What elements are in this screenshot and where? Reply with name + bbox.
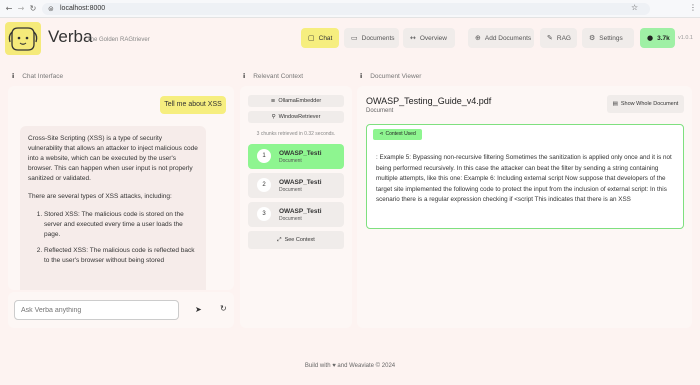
chat-tab-button[interactable]: ▢ Chat: [301, 28, 339, 48]
chunk-type: Document: [279, 158, 302, 164]
info-icon[interactable]: i: [243, 72, 245, 80]
chat-input-panel: ➤ ↻: [8, 292, 234, 328]
overview-tab-button[interactable]: ↔ Overview: [403, 28, 455, 48]
document-icon: ▤: [612, 101, 618, 107]
retriever-button[interactable]: ⚲ WindowRetriever: [248, 111, 344, 123]
relevant-context-label: Relevant Context: [253, 73, 304, 80]
rag-tab-label: RAG: [556, 34, 571, 42]
embedder-label: OllamaEmbedder: [278, 98, 322, 104]
see-context-label: See Context: [284, 237, 315, 243]
search-icon: ⚲: [271, 114, 276, 120]
chunk-title: OWASP_Testi: [279, 179, 322, 186]
browser-menu-icon[interactable]: ⋮: [689, 3, 697, 12]
github-icon: ●: [647, 34, 654, 42]
plus-icon: ⊕: [475, 34, 481, 42]
url-text[interactable]: localhost:8000: [60, 5, 105, 12]
chat-tab-label: Chat: [318, 34, 333, 42]
chat-input[interactable]: [14, 300, 179, 320]
show-whole-document-label: Show Whole Document: [620, 101, 679, 107]
rag-tab-button[interactable]: ✎ RAG: [540, 28, 577, 48]
document-viewer-header: i Document Viewer: [360, 72, 421, 80]
chat-icon: ▢: [308, 34, 315, 42]
documents-icon: ▭: [351, 34, 358, 42]
app-subtitle: The Golden RAGtriever: [87, 37, 150, 43]
chunk-item[interactable]: 2 OWASP_Testi Document: [248, 173, 344, 198]
bookmark-star-icon[interactable]: ☆: [631, 3, 638, 12]
embedder-button[interactable]: ≡ OllamaEmbedder: [248, 95, 344, 107]
bot-list: Stored XSS: The malicious code is stored…: [28, 210, 198, 266]
bot-list-item: Stored XSS: The malicious code is stored…: [44, 210, 198, 240]
chunk-item[interactable]: 3 OWASP_Testi Document: [248, 202, 344, 227]
verba-logo: [5, 22, 41, 55]
bot-list-item: Reflected XSS: The malicious code is ref…: [44, 246, 198, 266]
bot-paragraph: There are several types of XSS attacks, …: [28, 193, 172, 200]
retriever-label: WindowRetriever: [278, 114, 321, 120]
back-icon[interactable]: ←: [4, 4, 14, 14]
overview-icon: ↔: [410, 34, 416, 42]
chat-panel[interactable]: Tell me about XSS Cross-Site Scripting (…: [8, 86, 234, 290]
forward-icon[interactable]: →: [16, 4, 26, 14]
chunk-type: Document: [279, 187, 302, 193]
chunk-item[interactable]: 1 OWASP_Testi Document: [248, 144, 344, 169]
context-used-badge: ⋖ Context Used: [373, 129, 422, 140]
document-text: : Example 5: Bypassing non-recursive fil…: [376, 154, 672, 203]
info-icon[interactable]: i: [12, 72, 14, 80]
add-documents-label: Add Documents: [484, 34, 532, 42]
chunk-title: OWASP_Testi: [279, 208, 322, 215]
bot-paragraph: Cross-Site Scripting (XSS) is a type of …: [28, 135, 198, 182]
context-used-label: Context Used: [385, 131, 416, 137]
documents-tab-label: Documents: [361, 34, 395, 42]
chunk-number: 1: [257, 149, 271, 163]
chunk-number: 2: [257, 178, 271, 192]
settings-tab-label: Settings: [599, 34, 623, 42]
document-title: OWASP_Testing_Guide_v4.pdf: [366, 96, 492, 106]
github-count: 3.7k: [657, 34, 670, 42]
user-message: Tell me about XSS: [160, 96, 226, 114]
address-bar[interactable]: ⊜ localhost:8000: [42, 3, 650, 15]
expand-icon: ⤢: [277, 237, 282, 243]
bot-message: Cross-Site Scripting (XSS) is a type of …: [20, 126, 206, 290]
wrench-icon: ✎: [547, 34, 553, 42]
add-documents-button[interactable]: ⊕ Add Documents: [468, 28, 534, 48]
site-info-icon[interactable]: ⊜: [48, 5, 54, 13]
document-content-box: ⋖ Context Used : Example 5: Bypassing non…: [366, 124, 684, 229]
documents-tab-button[interactable]: ▭ Documents: [344, 28, 399, 48]
retrieval-info: 3 chunks retrieved in 0.32 seconds.: [256, 131, 336, 137]
chunk-type: Document: [279, 216, 302, 222]
show-whole-document-button[interactable]: ▤ Show Whole Document: [607, 95, 684, 113]
document-viewer-label: Document Viewer: [370, 73, 422, 80]
database-icon: ≡: [270, 98, 276, 104]
relevant-context-panel: ≡ OllamaEmbedder ⚲ WindowRetriever 3 chunk…: [240, 86, 352, 328]
gear-icon: ⚙: [589, 34, 596, 42]
share-icon: ⋖: [379, 131, 384, 137]
chat-interface-label: Chat Interface: [22, 73, 64, 80]
send-icon[interactable]: ➤: [195, 305, 202, 314]
version-label: v1.0.1: [678, 35, 693, 41]
chat-interface-header: i Chat Interface: [12, 72, 63, 80]
relevant-context-header: i Relevant Context: [243, 72, 303, 80]
app-title: Verba: [48, 27, 93, 46]
github-button[interactable]: ● 3.7k: [640, 28, 675, 48]
info-icon[interactable]: i: [360, 72, 362, 80]
reload-icon[interactable]: ↻: [28, 4, 38, 14]
see-context-button[interactable]: ⤢ See Context: [248, 231, 344, 249]
chunk-number: 3: [257, 207, 271, 221]
document-viewer-panel: OWASP_Testing_Guide_v4.pdf Document ▤ Sho…: [357, 86, 692, 328]
reset-icon[interactable]: ↻: [220, 304, 227, 313]
chunk-title: OWASP_Testi: [279, 150, 322, 157]
footer-text: Build with ♥ and Weaviate © 2024: [304, 363, 396, 369]
settings-tab-button[interactable]: ⚙ Settings: [582, 28, 634, 48]
overview-tab-label: Overview: [419, 34, 447, 42]
document-subtitle: Document: [366, 108, 394, 114]
browser-toolbar: ← → ↻ ⊜ localhost:8000 ☆ ⋮: [0, 0, 700, 18]
